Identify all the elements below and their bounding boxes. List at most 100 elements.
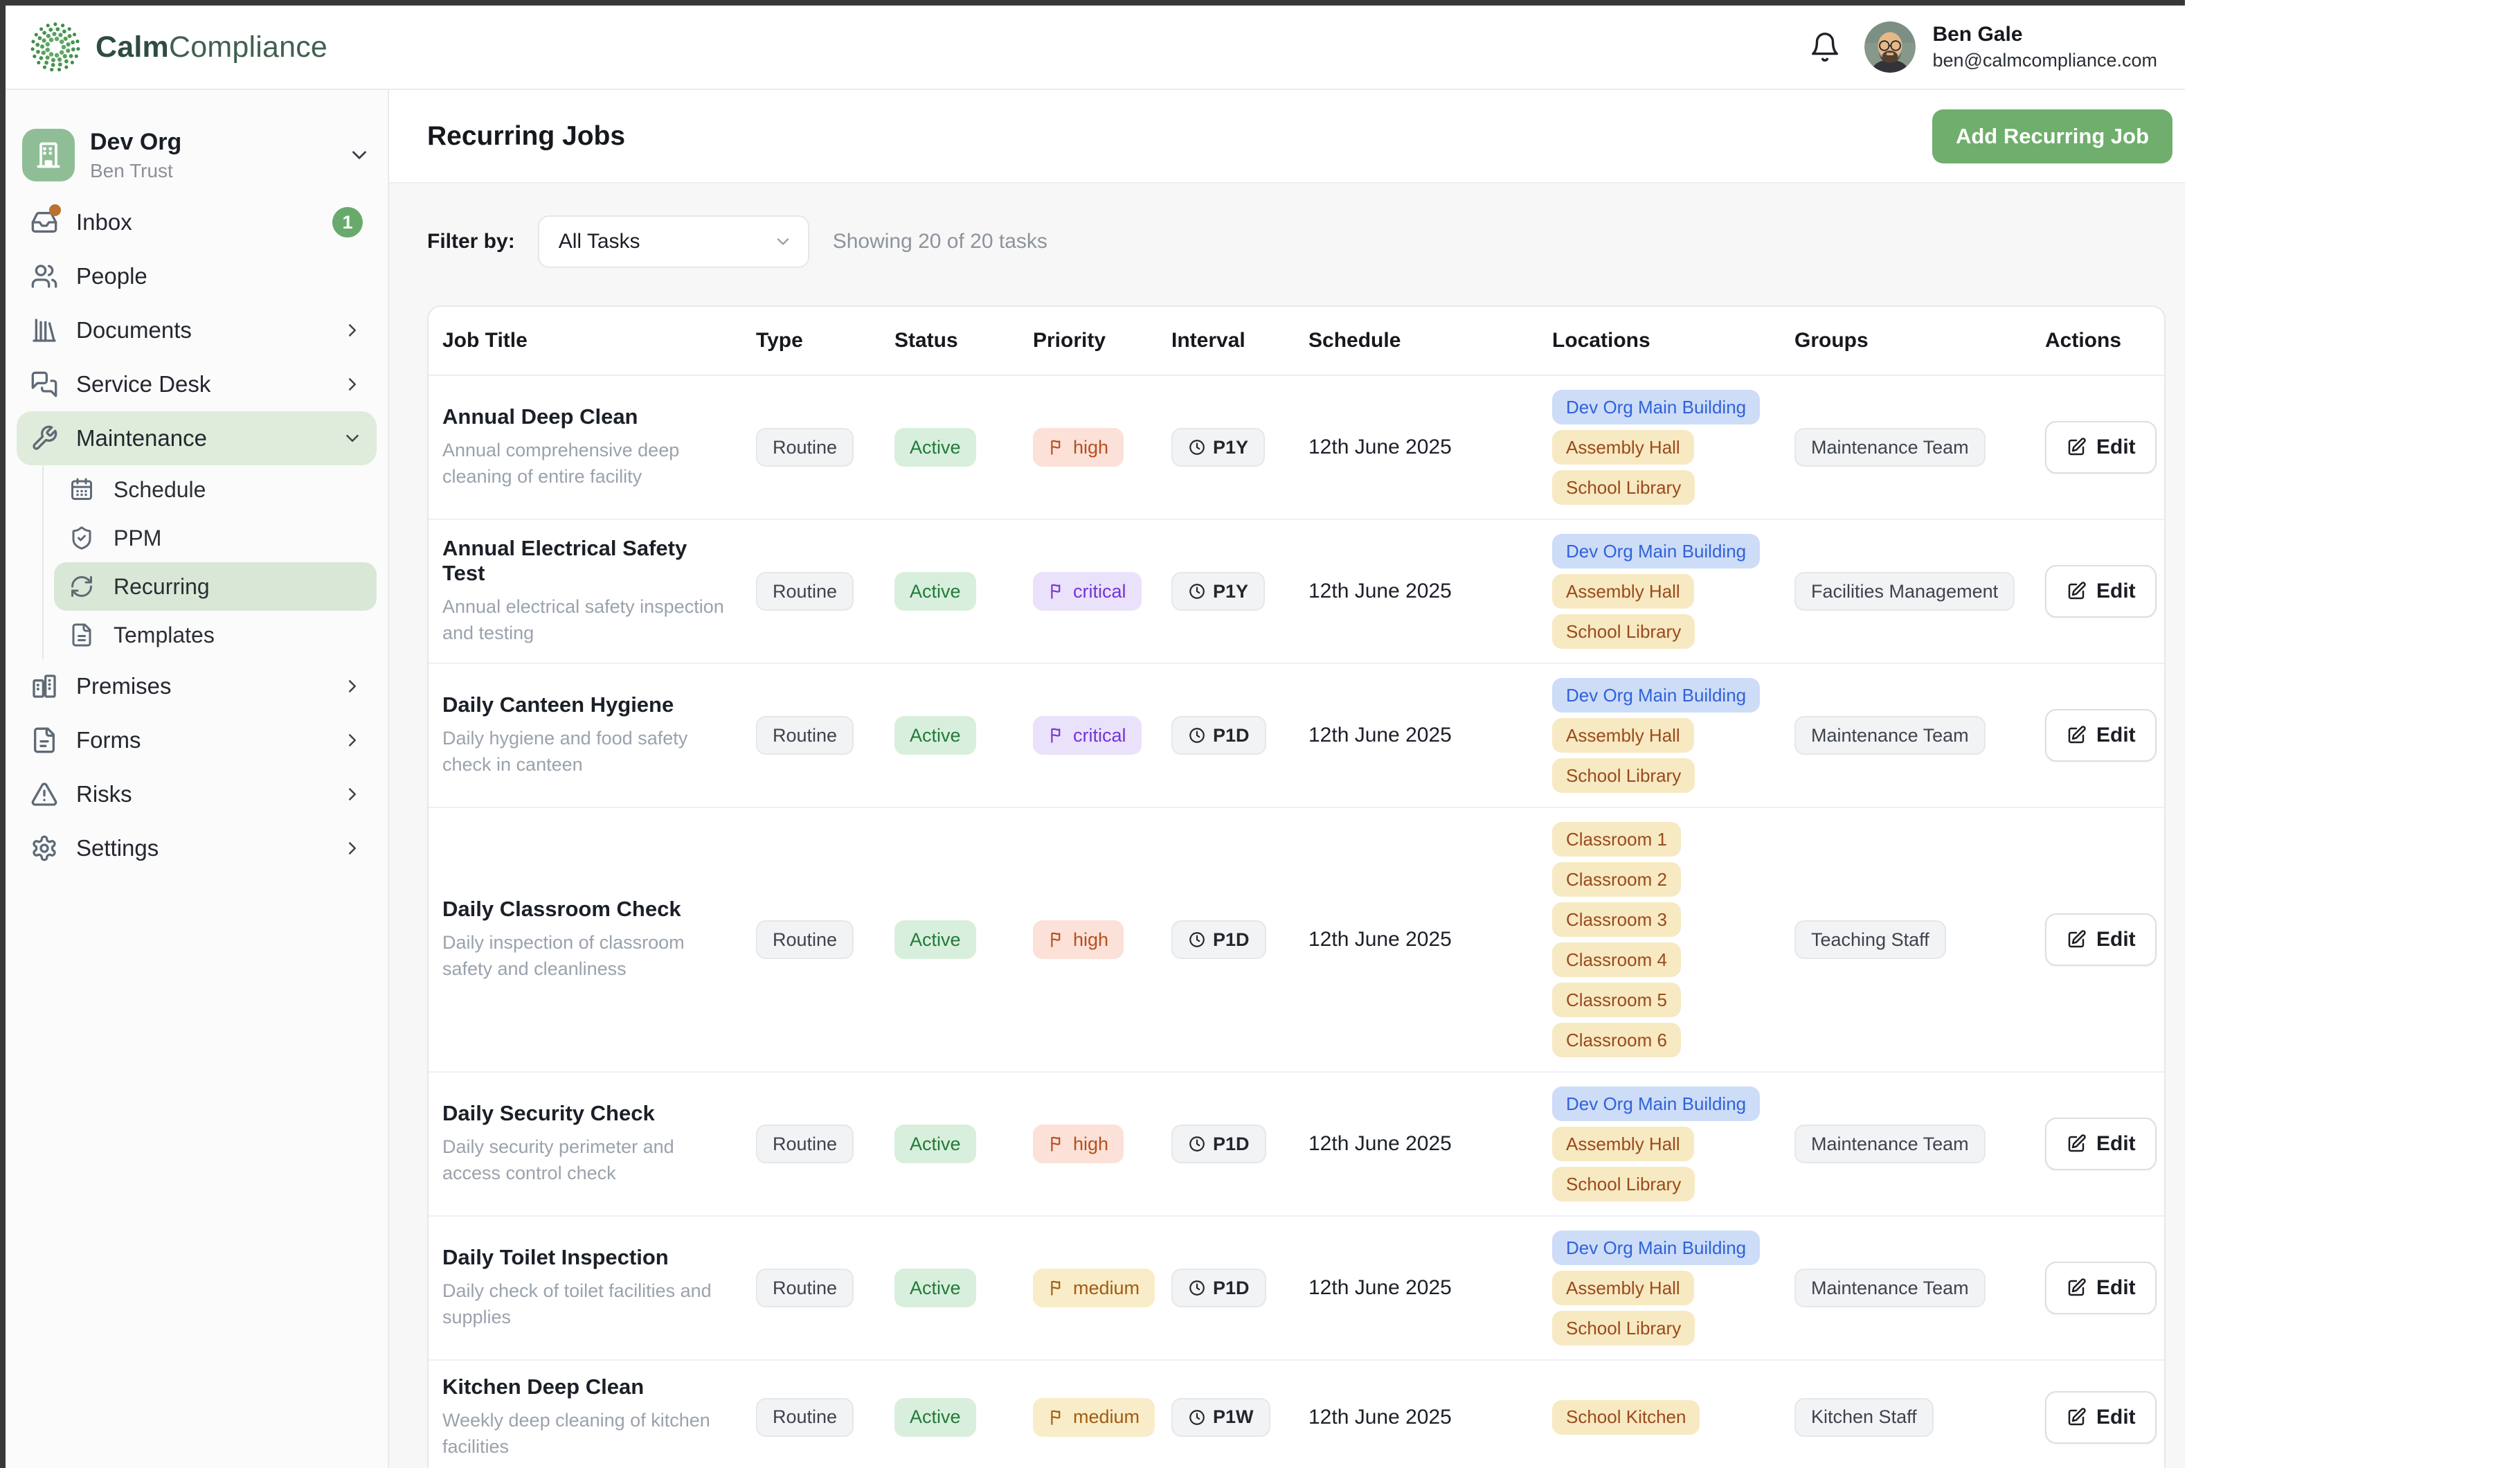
locations-cell: Dev Org Main BuildingAssembly HallSchool… <box>1552 678 1794 793</box>
clock-icon <box>1188 1408 1206 1426</box>
sidebar-item-documents[interactable]: Documents <box>17 303 377 357</box>
job-description: Annual comprehensive deep cleaning of en… <box>442 438 733 490</box>
groups-cell: Maintenance Team <box>1794 716 2037 755</box>
edit-button[interactable]: Edit <box>2045 565 2157 618</box>
brand-spiral-icon <box>28 19 83 75</box>
clock-icon <box>1188 1279 1206 1297</box>
edit-button[interactable]: Edit <box>2045 1118 2157 1170</box>
interval-cell: P1D <box>1171 716 1308 755</box>
status-chip: Active <box>894 716 976 755</box>
sidebar-item-label: Premises <box>76 673 172 699</box>
sidebar-subitem-templates[interactable]: Templates <box>54 611 377 659</box>
location-chip: Dev Org Main Building <box>1552 678 1760 713</box>
documents-icon <box>30 316 58 344</box>
sidebar-subitem-ppm[interactable]: PPM <box>54 514 377 562</box>
results-summary: Showing 20 of 20 tasks <box>833 230 1047 253</box>
org-switcher[interactable]: Dev Org Ben Trust <box>17 120 377 190</box>
window-frame-top <box>0 0 2185 6</box>
type-cell: Routine <box>756 428 894 467</box>
status-cell: Active <box>894 572 1033 611</box>
location-chip: Dev Org Main Building <box>1552 1086 1760 1121</box>
edit-icon <box>2066 581 2087 602</box>
filter-bar: Filter by: All Tasks Showing 20 of 20 ta… <box>427 215 2185 269</box>
interval-chip: P1Y <box>1171 428 1265 467</box>
location-chip: Classroom 2 <box>1552 862 1681 897</box>
group-chip: Maintenance Team <box>1794 428 1986 467</box>
clock-icon <box>1188 438 1206 456</box>
location-chip: Assembly Hall <box>1552 1271 1694 1305</box>
type-chip: Routine <box>756 1125 854 1163</box>
type-cell: Routine <box>756 1269 894 1307</box>
locations-cell: Dev Org Main BuildingAssembly HallSchool… <box>1552 1230 1794 1345</box>
brand-logo[interactable]: CalmCompliance <box>28 19 327 75</box>
sidebar-item-risks[interactable]: Risks <box>17 767 377 821</box>
sidebar-item-label: Inbox <box>76 209 132 235</box>
job-title: Daily Toilet Inspection <box>442 1245 735 1270</box>
schedule-cell: 12th June 2025 <box>1308 724 1552 747</box>
job-title: Daily Canteen Hygiene <box>442 692 735 717</box>
filter-selected-value: All Tasks <box>559 230 640 253</box>
warning-triangle-icon <box>30 780 58 808</box>
interval-chip: P1D <box>1171 1269 1266 1307</box>
inbox-count-badge: 1 <box>332 207 363 238</box>
bell-icon[interactable] <box>1809 31 1841 63</box>
page-title: Recurring Jobs <box>427 121 625 152</box>
edit-button[interactable]: Edit <box>2045 913 2157 966</box>
user-menu[interactable]: Ben Gale ben@calmcompliance.com <box>1864 21 2157 73</box>
actions-cell: Edit <box>2037 1391 2164 1444</box>
status-chip: Active <box>894 1269 976 1307</box>
sidebar-item-settings[interactable]: Settings <box>17 821 377 875</box>
interval-cell: P1Y <box>1171 428 1308 467</box>
add-recurring-job-button[interactable]: Add Recurring Job <box>1932 109 2172 163</box>
status-chip: Active <box>894 1398 976 1437</box>
type-cell: Routine <box>756 920 894 959</box>
sidebar-item-premises[interactable]: Premises <box>17 659 377 713</box>
edit-button[interactable]: Edit <box>2045 1391 2157 1444</box>
type-cell: Routine <box>756 572 894 611</box>
job-cell: Daily Toilet InspectionDaily check of to… <box>442 1245 756 1331</box>
sidebar-item-label: People <box>76 263 147 289</box>
priority-chip: medium <box>1033 1398 1155 1437</box>
org-names: Dev Org Ben Trust <box>90 129 332 182</box>
chevron-down-icon <box>342 428 363 449</box>
groups-cell: Maintenance Team <box>1794 428 2037 467</box>
job-description: Weekly deep cleaning of kitchen faciliti… <box>442 1408 733 1460</box>
job-cell: Daily Security CheckDaily security perim… <box>442 1101 756 1187</box>
group-chip: Kitchen Staff <box>1794 1398 1934 1437</box>
gear-icon <box>30 834 58 862</box>
user-info: Ben Gale ben@calmcompliance.com <box>1932 23 2157 71</box>
shield-check-icon <box>69 526 94 550</box>
edit-button[interactable]: Edit <box>2045 1262 2157 1314</box>
chevron-right-icon <box>342 784 363 805</box>
sidebar-subitem-recurring[interactable]: Recurring <box>54 562 377 611</box>
status-cell: Active <box>894 920 1033 959</box>
location-chip: School Kitchen <box>1552 1400 1700 1435</box>
task-filter-select[interactable]: All Tasks <box>538 215 809 268</box>
app-window: CalmCompliance <box>6 6 2185 1468</box>
column-header-schedule: Schedule <box>1308 329 1552 352</box>
avatar <box>1864 21 1916 73</box>
sidebar-item-label: Settings <box>76 835 159 861</box>
type-chip: Routine <box>756 716 854 755</box>
sidebar-subitem-schedule[interactable]: Schedule <box>54 465 377 514</box>
job-title: Annual Deep Clean <box>442 404 735 429</box>
table-row: Daily Security CheckDaily security perim… <box>429 1073 2164 1217</box>
sidebar-subitem-label: Recurring <box>114 574 210 600</box>
main-area: Recurring Jobs Add Recurring Job Filter … <box>389 90 2185 1468</box>
window-frame-left <box>0 0 6 1468</box>
sidebar-item-maintenance[interactable]: Maintenance <box>17 411 377 465</box>
schedule-cell: 12th June 2025 <box>1308 580 1552 603</box>
priority-chip: medium <box>1033 1269 1155 1307</box>
sidebar-item-forms[interactable]: Forms <box>17 713 377 767</box>
table-body: Annual Deep Clean Annual comprehensive de… <box>429 376 2164 1468</box>
edit-button[interactable]: Edit <box>2045 421 2157 474</box>
sidebar-item-service-desk[interactable]: Service Desk <box>17 357 377 411</box>
sidebar-item-people[interactable]: People <box>17 249 377 303</box>
edit-button[interactable]: Edit <box>2045 709 2157 762</box>
sidebar-item-inbox[interactable]: Inbox 1 <box>17 195 377 249</box>
locations-cell: Dev Org Main BuildingAssembly HallSchool… <box>1552 1086 1794 1201</box>
job-title: Daily Security Check <box>442 1101 735 1126</box>
interval-cell: P1D <box>1171 920 1308 959</box>
actions-cell: Edit <box>2037 565 2164 618</box>
people-icon <box>30 262 58 290</box>
